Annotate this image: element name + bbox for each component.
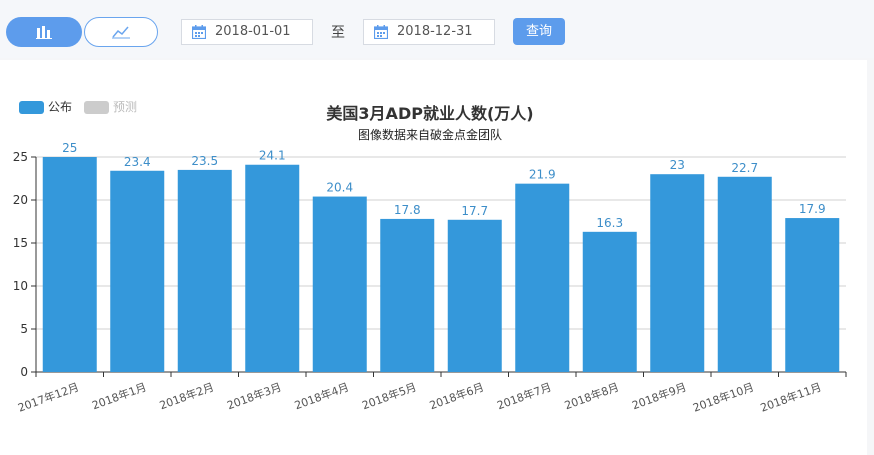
bar xyxy=(380,218,435,372)
y-tick-label: 20 xyxy=(13,193,28,207)
y-tick-label: 10 xyxy=(13,279,28,293)
x-tick-label: 2018年1月 xyxy=(90,380,148,413)
bar xyxy=(110,170,165,372)
bar xyxy=(245,164,300,372)
bar xyxy=(177,169,232,372)
x-tick-label: 2018年3月 xyxy=(225,380,283,413)
data-label: 23 xyxy=(670,158,685,172)
bar xyxy=(582,231,637,372)
bar xyxy=(785,218,840,372)
x-tick-label: 2018年9月 xyxy=(630,380,688,413)
bar xyxy=(42,157,97,372)
data-label: 16.3 xyxy=(596,216,623,230)
data-label: 17.8 xyxy=(394,203,421,217)
bar xyxy=(447,219,502,372)
x-tick-label: 2018年11月 xyxy=(758,380,823,415)
data-label: 24.1 xyxy=(259,149,286,163)
x-tick-label: 2018年2月 xyxy=(157,380,215,413)
y-tick-label: 5 xyxy=(20,322,28,336)
data-label: 23.4 xyxy=(124,155,151,169)
x-tick-label: 2018年4月 xyxy=(292,380,350,413)
data-label: 25 xyxy=(62,141,77,155)
x-tick-label: 2018年10月 xyxy=(691,380,756,415)
bar xyxy=(650,174,705,372)
x-tick-label: 2018年7月 xyxy=(495,380,553,413)
y-tick-label: 15 xyxy=(13,236,28,250)
data-label: 22.7 xyxy=(731,161,758,175)
data-label: 20.4 xyxy=(326,181,353,195)
x-tick-label: 2018年5月 xyxy=(360,380,418,413)
data-label: 17.9 xyxy=(799,202,826,216)
y-tick-label: 25 xyxy=(13,150,28,164)
data-label: 17.7 xyxy=(461,204,488,218)
bar xyxy=(312,196,367,372)
x-tick-label: 2017年12月 xyxy=(16,380,81,415)
x-tick-label: 2018年6月 xyxy=(427,380,485,413)
data-label: 23.5 xyxy=(191,154,218,168)
data-label: 21.9 xyxy=(529,168,556,182)
bar xyxy=(717,176,772,372)
x-tick-label: 2018年8月 xyxy=(562,380,620,413)
y-tick-label: 0 xyxy=(20,365,28,379)
bar xyxy=(515,183,570,372)
bar-chart: 0 5 10 15 20 25 25 2017年12月 23.4 2018年1月 23.5 2018年… xyxy=(13,141,847,415)
